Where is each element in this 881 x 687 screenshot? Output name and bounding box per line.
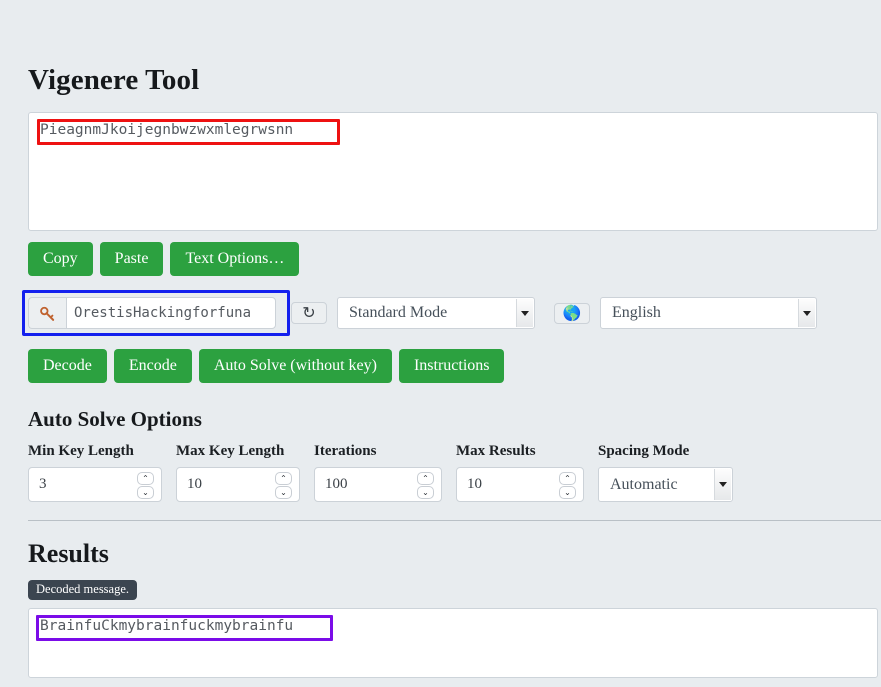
reset-key-button[interactable]: ↻ (291, 302, 327, 324)
stepper-down-icon[interactable]: ⌄ (275, 485, 292, 499)
page-title: Vigenere Tool (28, 64, 200, 96)
spacing-mode-select[interactable]: Automatic (598, 467, 733, 502)
key-input[interactable]: OrestisHackingforfuna (66, 297, 276, 329)
iterations-field: Iterations 100 ⌃ ⌄ (314, 444, 442, 502)
auto-solve-fields: Min Key Length 3 ⌃ ⌄ Max Key Length 10 ⌃… (28, 444, 853, 502)
vigenere-tool-page: Vigenere Tool PieagnmJkoijegnbwzwxmlegrw… (0, 0, 881, 687)
copy-button[interactable]: Copy (28, 242, 93, 276)
max-results-label: Max Results (456, 443, 536, 459)
encode-button[interactable]: Encode (113, 349, 192, 383)
spacing-mode-field: Spacing Mode Automatic (598, 444, 733, 502)
stepper-up-icon[interactable]: ⌃ (137, 471, 154, 485)
chevron-down-icon[interactable] (798, 299, 815, 327)
max-results-stepper[interactable]: ⌃ ⌄ (559, 471, 576, 499)
stepper-up-icon[interactable]: ⌃ (275, 471, 292, 485)
results-heading: Results (28, 539, 109, 568)
text-buttons-row: Copy Paste Text Options… (28, 242, 853, 276)
key-icon (28, 297, 66, 329)
iterations-input[interactable]: 100 ⌃ ⌄ (314, 467, 442, 502)
max-key-length-field: Max Key Length 10 ⌃ ⌄ (176, 444, 300, 502)
max-results-input[interactable]: 10 ⌃ ⌄ (456, 467, 584, 502)
max-key-length-label: Max Key Length (176, 443, 285, 459)
iterations-value: 100 (325, 476, 348, 492)
language-select[interactable]: English (600, 297, 817, 329)
cipher-input-textarea[interactable]: PieagnmJkoijegnbwzwxmlegrwsnn (28, 112, 878, 231)
max-key-length-value: 10 (187, 476, 202, 492)
paste-button[interactable]: Paste (99, 242, 164, 276)
mode-select[interactable]: Standard Mode (337, 297, 535, 329)
result-output-value: BrainfuCkmybrainfuckmybrainfu (40, 617, 294, 634)
chevron-down-icon[interactable] (714, 469, 731, 500)
status-badge: Decoded message. (28, 580, 138, 600)
chevron-down-icon[interactable] (516, 299, 533, 327)
auto-solve-heading: Auto Solve Options (28, 407, 202, 431)
min-key-length-stepper[interactable]: ⌃ ⌄ (137, 471, 154, 499)
globe-icon: 🌎 (554, 302, 590, 324)
min-key-length-input[interactable]: 3 ⌃ ⌄ (28, 467, 162, 502)
instructions-button[interactable]: Instructions (398, 349, 505, 383)
section-divider (28, 520, 881, 521)
min-key-length-label: Min Key Length (28, 443, 134, 459)
stepper-down-icon[interactable]: ⌄ (559, 485, 576, 499)
max-results-value: 10 (467, 476, 482, 492)
result-output-textarea[interactable]: BrainfuCkmybrainfuckmybrainfu (28, 607, 878, 678)
spacing-mode-label: Spacing Mode (598, 443, 690, 459)
auto-solve-button[interactable]: Auto Solve (without key) (198, 349, 392, 383)
action-buttons-row: Decode Encode Auto Solve (without key) I… (28, 349, 853, 383)
max-key-length-stepper[interactable]: ⌃ ⌄ (275, 471, 292, 499)
stepper-up-icon[interactable]: ⌃ (559, 471, 576, 485)
mode-select-value: Standard Mode (349, 304, 448, 321)
decode-button[interactable]: Decode (28, 349, 107, 383)
key-input-group: OrestisHackingforfuna (28, 297, 276, 329)
language-select-value: English (612, 304, 661, 321)
iterations-stepper[interactable]: ⌃ ⌄ (417, 471, 434, 499)
min-key-length-value: 3 (39, 476, 47, 492)
spacing-mode-value: Automatic (610, 475, 678, 493)
iterations-label: Iterations (314, 443, 377, 459)
key-control-row: OrestisHackingforfuna ↻ Standard Mode 🌎 … (22, 290, 853, 336)
stepper-down-icon[interactable]: ⌄ (137, 485, 154, 499)
text-options-button[interactable]: Text Options… (170, 242, 300, 276)
cipher-input-value: PieagnmJkoijegnbwzwxmlegrwsnn (40, 122, 294, 138)
max-key-length-input[interactable]: 10 ⌃ ⌄ (176, 467, 300, 502)
max-results-field: Max Results 10 ⌃ ⌄ (456, 444, 584, 502)
stepper-down-icon[interactable]: ⌄ (417, 485, 434, 499)
min-key-length-field: Min Key Length 3 ⌃ ⌄ (28, 444, 162, 502)
stepper-up-icon[interactable]: ⌃ (417, 471, 434, 485)
